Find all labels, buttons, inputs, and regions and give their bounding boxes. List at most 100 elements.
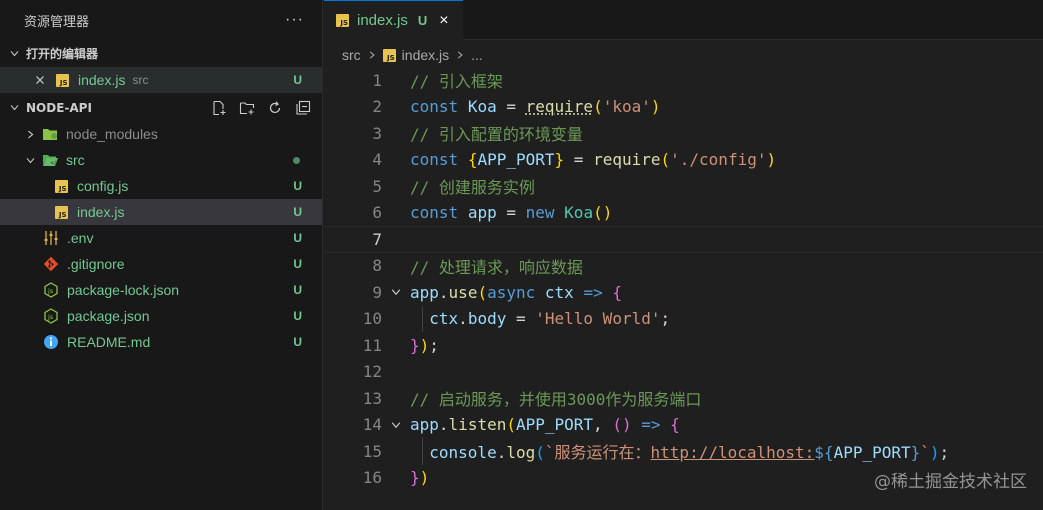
code-arrow: => [641,415,661,435]
close-icon[interactable] [32,72,48,88]
close-icon[interactable]: × [439,12,448,30]
settings-sliders-icon [43,230,59,246]
git-status-badge: U [293,231,302,245]
code-keyword: const [410,97,459,117]
javascript-file-icon: JS [54,72,70,88]
chevron-down-icon [6,46,22,62]
open-editors-section-header[interactable]: 打开的编辑器 [0,40,322,67]
tree-item-env[interactable]: .env U [0,225,322,251]
fold-chevron-icon[interactable] [382,286,410,298]
tree-item-label: config.js [77,178,129,194]
git-status-badge: U [293,257,302,271]
breadcrumb-item-src[interactable]: src [342,47,361,63]
git-status-badge: U [293,205,302,219]
line-number: 12 [362,362,382,382]
code-editor[interactable]: 1 // 引入框架 2 const Koa = require('koa') 3… [324,67,1043,491]
breadcrumb: src JS index.js ... [324,40,1043,70]
tree-item-readme-md[interactable]: README.md U [0,329,322,355]
code-operator: = [496,97,526,117]
code-line: 11 }); [324,332,1043,359]
tree-item-gitignore[interactable]: .gitignore U [0,251,322,277]
line-number: 9 [372,282,382,302]
code-operator: = [506,309,536,329]
explorer-sidebar: 资源管理器 ··· 打开的编辑器 JS index.js src U NODE-… [0,0,323,510]
line-number: 7 [372,229,382,249]
code-line: 6 const app = new Koa() [324,200,1043,227]
git-status-badge: U [293,283,302,297]
open-editor-item-index-js[interactable]: JS index.js src U [0,67,322,93]
breadcrumb-item-symbols[interactable]: ... [471,47,483,63]
code-comment: // 引入框架 [410,72,503,92]
code-arrow: => [583,282,603,302]
code-line: 3 // 引入配置的环境变量 [324,120,1043,147]
chevron-down-icon [6,100,22,116]
line-number: 6 [372,203,382,223]
project-section-header[interactable]: NODE-API [0,94,322,121]
code-string: 'Hello World' [535,309,661,329]
line-number: 8 [372,256,382,276]
breadcrumb-item-file[interactable]: index.js [402,47,449,63]
code-line: 1 // 引入框架 [324,67,1043,94]
code-line: 12 [324,359,1043,386]
code-variable: Koa [467,97,497,117]
code-line: 5 // 创建服务实例 [324,173,1043,200]
line-number: 13 [362,388,382,408]
collapse-all-icon[interactable] [294,99,312,117]
line-number: 14 [362,415,382,435]
tree-item-config-js[interactable]: JS config.js U [0,173,322,199]
refresh-icon[interactable] [266,99,284,117]
git-status-badge: U [293,73,302,87]
tree-item-package-json[interactable]: js package.json U [0,303,322,329]
line-number: 5 [372,176,382,196]
modified-indicator-dot [293,156,300,164]
line-number: 4 [372,150,382,170]
git-status-badge: U [417,13,428,28]
indent-guide [422,305,423,332]
more-actions-icon[interactable]: ··· [285,11,304,29]
fold-chevron-icon[interactable] [382,419,410,431]
tree-item-node-modules[interactable]: node_modules [0,121,322,147]
new-file-icon[interactable] [210,99,228,117]
tree-item-src[interactable]: </> src [0,147,322,173]
new-folder-icon[interactable] [238,99,256,117]
tree-item-label: package.json [67,308,150,324]
explorer-title: 资源管理器 [24,14,90,30]
javascript-file-icon: JS [53,178,69,194]
code-parameter: ctx [544,282,574,302]
tree-item-label: package-lock.json [67,282,180,298]
line-number: 1 [372,70,382,90]
code-keyword: const [410,150,459,170]
tab-label: index.js [357,12,408,29]
code-string: 'koa' [602,97,651,117]
tab-bar: JS index.js U × [324,0,1043,40]
code-url[interactable]: http://localhost: [651,443,815,462]
javascript-file-icon: JS [53,204,69,220]
code-variable: app [410,282,439,302]
git-status-badge: U [293,335,302,349]
code-line: 4 const {APP_PORT} = require('./config') [324,147,1043,174]
git-status-badge: U [293,179,302,193]
watermark: @稀土掘金技术社区 [874,472,1027,492]
open-editors-label: 打开的编辑器 [26,47,99,61]
tree-item-label: index.js [77,204,125,220]
code-class: Koa [564,203,594,223]
explorer-header: 资源管理器 ··· [0,0,322,40]
code-variable: APP_PORT [515,415,594,435]
code-comment: // 引入配置的环境变量 [410,125,583,145]
code-keyword: new [525,203,555,223]
tab-index-js[interactable]: JS index.js U × [324,0,463,40]
git-status-badge: U [293,309,302,323]
tree-item-package-lock-json[interactable]: js package-lock.json U [0,277,322,303]
git-icon [43,256,59,272]
editor-area: JS index.js U × src JS index.js ... 1 //… [324,0,1043,510]
tree-item-label: README.md [67,334,151,350]
code-comment: // 处理请求，响应数据 [410,257,583,277]
code-comment: // 启动服务，并使用3000作为服务端口 [410,390,702,410]
code-variable: app [467,203,497,223]
code-string: './config' [670,150,767,170]
tree-item-index-js[interactable]: JS index.js U [0,199,322,225]
open-editor-folder: src [132,73,149,87]
code-keyword: const [410,203,459,223]
code-line: 8 // 处理请求，响应数据 [324,253,1043,280]
code-line: 9 app.use(async ctx => { [324,279,1043,306]
